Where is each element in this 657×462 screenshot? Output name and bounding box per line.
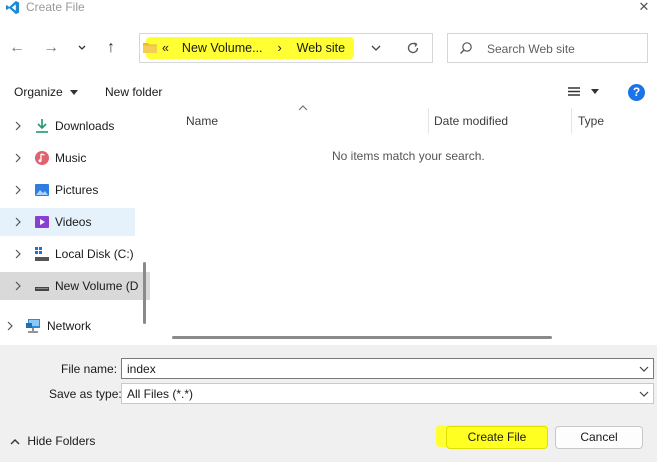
create-file-button[interactable]: Create File [446, 426, 548, 449]
column-header-date-modified[interactable]: Date modified [434, 114, 508, 128]
sidebar-item-label: Network [47, 319, 92, 333]
save-as-type-select[interactable]: All Files (*.*) [121, 383, 654, 404]
recent-locations-chevron-icon[interactable] [77, 44, 87, 52]
sidebar-item-label: Local Disk (C:) [55, 247, 134, 261]
sidebar-item-downloads[interactable]: Downloads [0, 112, 135, 140]
chevron-right-icon[interactable] [13, 185, 23, 195]
sidebar-item-label: New Volume (D [55, 279, 139, 293]
sidebar-item-label: Videos [55, 215, 92, 229]
column-divider[interactable] [571, 108, 572, 134]
chevron-right-icon[interactable] [13, 281, 23, 291]
navigation-pane: Downloads Music Pictures Videos Local Di… [0, 108, 150, 345]
new-folder-button[interactable]: New folder [105, 85, 162, 99]
breadcrumb-separator: › [277, 41, 282, 55]
cancel-button[interactable]: Cancel [555, 426, 643, 449]
videos-icon [35, 216, 49, 228]
command-bar [0, 76, 657, 107]
file-name-field[interactable]: index [121, 358, 654, 379]
empty-state-message: No items match your search. [332, 149, 485, 163]
up-button[interactable]: ↑ [100, 37, 122, 59]
sidebar-item-label: Music [55, 151, 87, 165]
drive-icon [35, 287, 49, 291]
vscode-app-icon [5, 0, 20, 15]
breadcrumb-overflow[interactable]: « [162, 41, 169, 55]
chevron-right-icon[interactable] [5, 321, 15, 331]
sidebar-item-music[interactable]: Music [0, 144, 135, 172]
hide-folders-label: Hide Folders [27, 434, 96, 448]
sort-ascending-icon [298, 105, 308, 111]
chevron-right-icon[interactable] [13, 153, 23, 163]
folder-icon [143, 43, 157, 53]
sidebar-item-network[interactable]: Network [0, 312, 135, 340]
column-header-type[interactable]: Type [578, 114, 604, 128]
file-list [152, 108, 657, 345]
file-name-value: index [127, 362, 156, 376]
sidebar-item-local-disk[interactable]: Local Disk (C:) [0, 240, 135, 268]
breadcrumb[interactable]: « New Volume... › Web site [162, 41, 345, 55]
save-as-type-label: Save as type: [49, 387, 122, 401]
column-divider[interactable] [428, 108, 429, 134]
sidebar-item-pictures[interactable]: Pictures [0, 176, 135, 204]
music-icon [35, 151, 49, 165]
organize-label: Organize [14, 85, 63, 99]
hide-folders-button[interactable]: Hide Folders [10, 434, 95, 448]
title-bar [0, 0, 657, 20]
chevron-right-icon[interactable] [13, 217, 23, 227]
view-options-icon[interactable] [565, 85, 605, 99]
back-button[interactable]: ← [6, 37, 28, 59]
file-name-label: File name: [61, 362, 118, 376]
chevron-right-icon[interactable] [13, 121, 23, 131]
refresh-icon[interactable] [404, 39, 422, 57]
sidebar-item-videos[interactable]: Videos [0, 208, 135, 236]
help-icon[interactable]: ? [628, 84, 645, 101]
organize-dropdown-icon [70, 89, 79, 95]
address-dropdown-chevron-icon[interactable] [368, 40, 384, 56]
chevron-up-icon [10, 438, 20, 445]
search-placeholder: Search Web site [487, 42, 575, 56]
file-list-horizontal-scrollbar[interactable] [172, 336, 552, 339]
pictures-icon [35, 184, 49, 196]
sidebar-item-new-volume[interactable]: New Volume (D [0, 272, 150, 300]
organize-button[interactable]: Organize [14, 85, 79, 99]
chevron-down-icon[interactable] [639, 389, 649, 399]
sidebar-item-label: Downloads [55, 119, 115, 133]
search-icon [460, 42, 472, 54]
download-icon [36, 119, 48, 133]
column-header-name[interactable]: Name [186, 114, 218, 128]
navigation-pane-scrollbar[interactable] [143, 262, 146, 324]
window-title: Create File [26, 0, 85, 14]
network-icon [26, 319, 40, 333]
sidebar-item-label: Pictures [55, 183, 99, 197]
forward-button[interactable]: → [40, 37, 62, 59]
breadcrumb-item-new-volume[interactable]: New Volume... [182, 41, 263, 55]
chevron-down-icon[interactable] [639, 364, 649, 374]
close-icon[interactable]: ✕ [637, 0, 651, 14]
breadcrumb-item-web-site[interactable]: Web site [297, 41, 345, 55]
save-as-type-value: All Files (*.*) [127, 387, 194, 401]
windows-drive-icon [35, 247, 49, 261]
chevron-right-icon[interactable] [13, 249, 23, 259]
